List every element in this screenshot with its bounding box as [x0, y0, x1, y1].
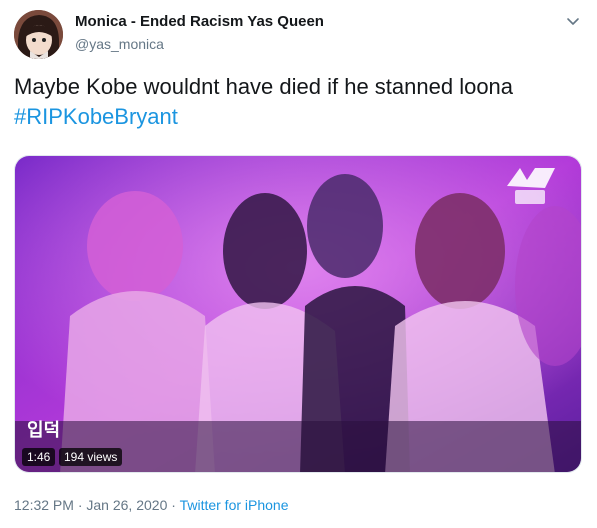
- avatar-image: [14, 10, 63, 59]
- tweet-source-link[interactable]: Twitter for iPhone: [180, 497, 289, 513]
- separator: ·: [73, 497, 87, 513]
- hashtag-link[interactable]: #RIPKobeBryant: [14, 102, 584, 132]
- author-display-name[interactable]: Monica - Ended Racism Yas Queen: [75, 13, 324, 30]
- tweet-date[interactable]: Jan 26, 2020: [86, 497, 167, 513]
- video-views-badge: 194 views: [59, 448, 123, 466]
- tweet-text: Maybe Kobe wouldnt have died if he stann…: [14, 72, 584, 132]
- tweet-body: Maybe Kobe wouldnt have died if he stann…: [14, 74, 514, 99]
- tweet-card: Monica - Ended Racism Yas Queen @yas_mon…: [0, 0, 597, 528]
- chevron-down-icon[interactable]: [562, 10, 584, 32]
- video-caption-overlay: 입덕: [27, 419, 60, 441]
- avatar[interactable]: [14, 10, 63, 59]
- tweet-time[interactable]: 12:32 PM: [14, 497, 74, 513]
- video-thumbnail: 입덕: [15, 156, 581, 472]
- tweet-footer: 12:32 PM · Jan 26, 2020 · Twitter for iP…: [14, 497, 289, 513]
- video-duration-badge: 1:46: [22, 448, 56, 466]
- author-handle[interactable]: @yas_monica: [75, 36, 164, 52]
- separator: ·: [167, 497, 180, 513]
- video-player[interactable]: 입덕: [14, 155, 582, 473]
